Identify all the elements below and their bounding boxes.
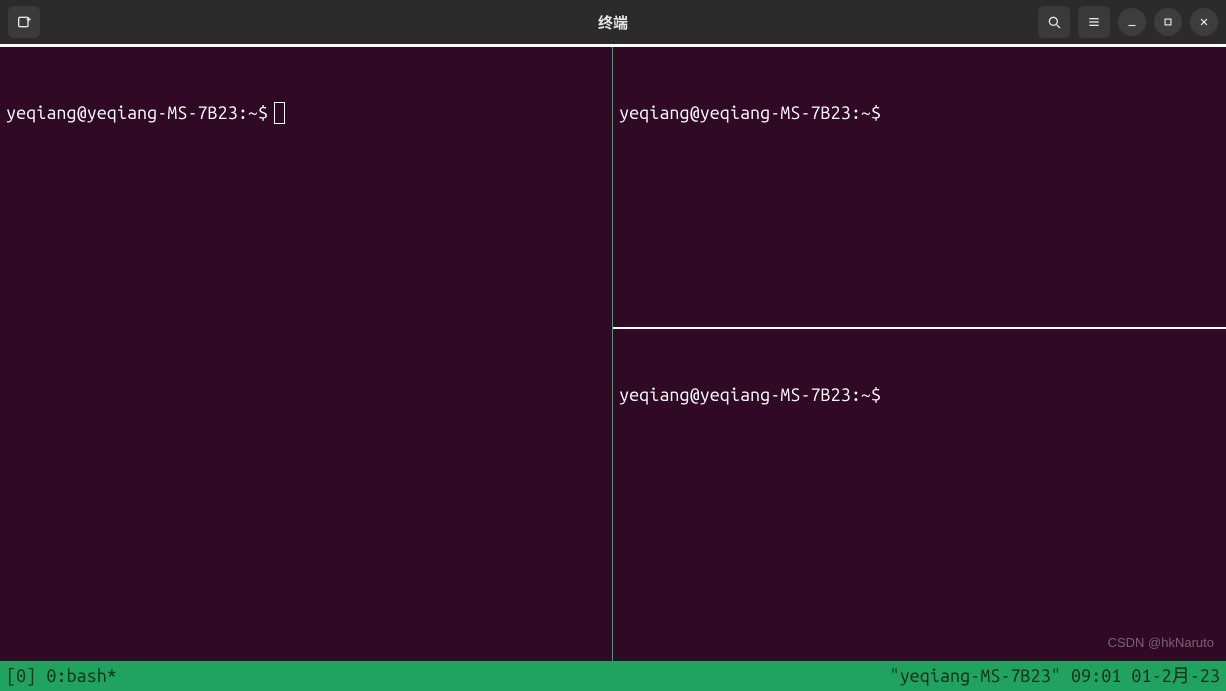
close-button[interactable] [1190, 8, 1218, 36]
shell-prompt: yeqiang@yeqiang-MS-7B23:~$ [619, 383, 881, 407]
search-button[interactable] [1038, 6, 1070, 38]
terminal-area[interactable]: yeqiang@yeqiang-MS-7B23:~$ yeqiang@yeqia… [0, 44, 1226, 661]
maximize-button[interactable] [1154, 8, 1182, 36]
window-titlebar: 终端 [0, 0, 1226, 44]
tmux-pane-top-right[interactable]: yeqiang@yeqiang-MS-7B23:~$ [613, 47, 1226, 329]
new-tab-button[interactable] [8, 6, 40, 38]
shell-prompt: yeqiang@yeqiang-MS-7B23:~$ [6, 101, 268, 125]
tmux-status-bar: [0] 0:bash* "yeqiang-MS-7B23" 09:01 01-2… [0, 661, 1226, 691]
shell-prompt: yeqiang@yeqiang-MS-7B23:~$ [619, 101, 881, 125]
tmux-pane-left[interactable]: yeqiang@yeqiang-MS-7B23:~$ [0, 47, 613, 661]
hamburger-menu-button[interactable] [1078, 6, 1110, 38]
tmux-pane-bottom-right[interactable]: yeqiang@yeqiang-MS-7B23:~$ [613, 329, 1226, 661]
cursor-icon [274, 102, 285, 124]
minimize-button[interactable] [1118, 8, 1146, 36]
tmux-status-left: [0] 0:bash* [6, 661, 117, 691]
tmux-status-right: "yeqiang-MS-7B23" 09:01 01-2月-23 [890, 661, 1220, 691]
